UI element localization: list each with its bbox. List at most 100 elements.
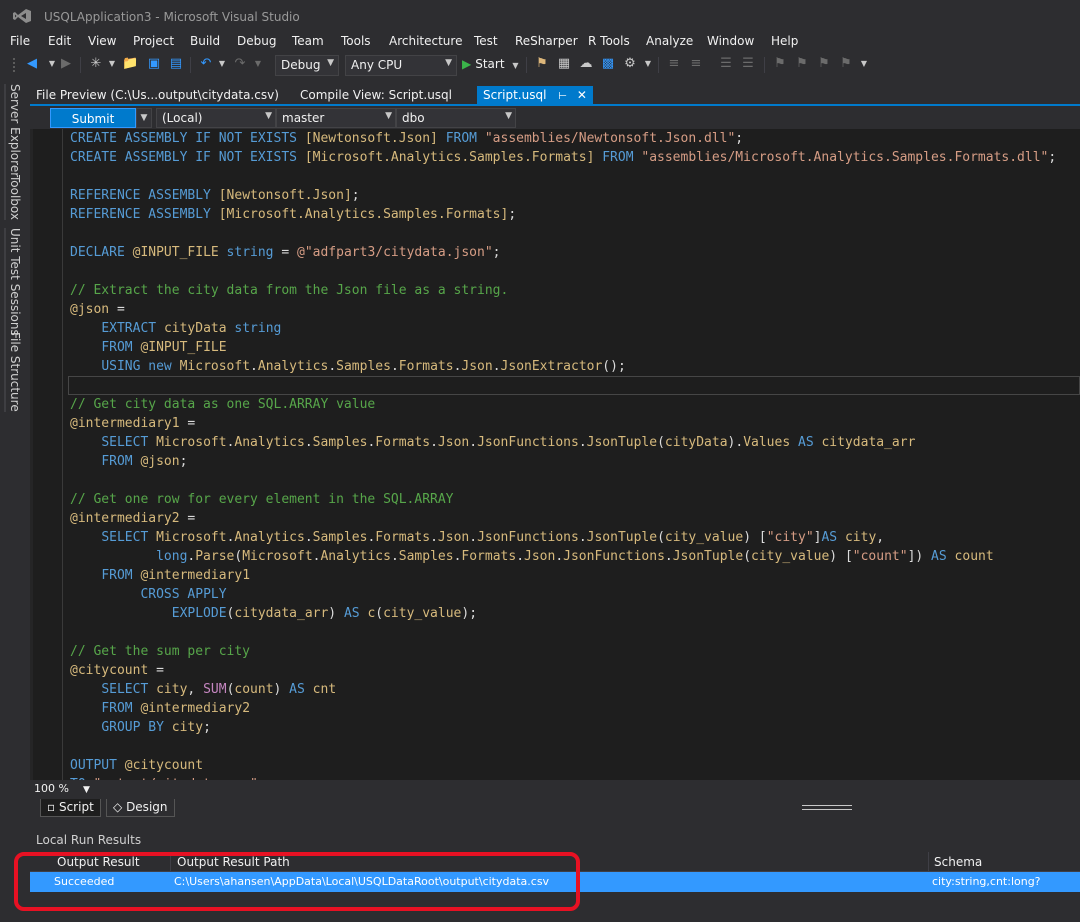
code-line[interactable]: GROUP BY city; — [70, 718, 1056, 737]
new-project-icon[interactable]: ✳ — [88, 56, 104, 72]
account-select[interactable]: (Local) ▼ — [156, 108, 276, 128]
code-line[interactable] — [70, 623, 1056, 642]
code-line[interactable]: // Get city data as one SQL.ARRAY value — [70, 395, 1056, 414]
redo-dropdown-icon[interactable]: ▼ — [250, 56, 266, 72]
menu-view[interactable]: View — [88, 34, 116, 48]
menu-team[interactable]: Team — [292, 34, 324, 48]
menu-window[interactable]: Window — [707, 34, 754, 48]
code-line[interactable] — [70, 262, 1056, 281]
menu-tools[interactable]: Tools — [341, 34, 371, 48]
save-all-icon[interactable]: ▤ — [168, 56, 184, 72]
menu-project[interactable]: Project — [133, 34, 174, 48]
code-line[interactable]: REFERENCE ASSEMBLY [Microsoft.Analytics.… — [70, 205, 1056, 224]
solution-platform-select[interactable]: Any CPU ▼ — [345, 55, 457, 76]
tab-script[interactable]: ▫ Script — [40, 799, 101, 817]
unit-test-sessions-tab[interactable]: Unit Test Sessions — [4, 228, 22, 336]
close-icon[interactable]: ✕ — [577, 88, 587, 102]
undo-icon[interactable]: ↶ — [198, 56, 214, 72]
menu-r-tools[interactable]: R Tools — [588, 34, 630, 48]
forward-icon[interactable]: ▶ — [58, 56, 74, 72]
cloud-icon[interactable]: ☁ — [578, 56, 594, 72]
redo-icon[interactable]: ↷ — [232, 56, 248, 72]
monitor-icon[interactable]: ▩ — [600, 56, 616, 72]
schema-select[interactable]: dbo ▼ — [396, 108, 516, 128]
code-line[interactable]: USING new Microsoft.Analytics.Samples.Fo… — [70, 357, 1056, 376]
file-structure-tab[interactable]: File Structure — [4, 332, 22, 412]
code-line[interactable]: @json = — [70, 300, 1056, 319]
code-line[interactable] — [70, 471, 1056, 490]
code-line[interactable]: CROSS APPLY — [70, 585, 1056, 604]
code-line[interactable]: EXTRACT cityData string — [70, 319, 1056, 338]
undo-dropdown-icon[interactable]: ▼ — [214, 56, 230, 72]
code-line[interactable] — [70, 737, 1056, 756]
server-explorer-tab[interactable]: Server Explorer — [4, 84, 22, 178]
gear-icon[interactable]: ⚙ — [622, 56, 638, 72]
menu-edit[interactable]: Edit — [48, 34, 71, 48]
code-line[interactable]: EXPLODE(citydata_arr) AS c(city_value); — [70, 604, 1056, 623]
menu-file[interactable]: File — [10, 34, 30, 48]
bookmark-icon[interactable]: ⚑ — [772, 56, 788, 72]
solution-config-select[interactable]: Debug ▼ — [275, 55, 339, 76]
open-folder-icon[interactable]: 📁 — [122, 56, 138, 72]
code-line[interactable]: SELECT Microsoft.Analytics.Samples.Forma… — [70, 528, 1056, 547]
submit-button[interactable]: Submit — [50, 108, 136, 128]
align-right-icon[interactable]: ≡ — [688, 56, 704, 72]
menu-resharper[interactable]: ReSharper — [515, 34, 578, 48]
submit-dropdown-icon[interactable]: ▼ — [136, 108, 152, 128]
tab-design[interactable]: ◇ Design — [106, 799, 175, 817]
menu-analyze[interactable]: Analyze — [646, 34, 693, 48]
gear-dropdown-icon[interactable]: ▼ — [640, 56, 656, 72]
code-line[interactable] — [70, 167, 1056, 186]
code-line[interactable]: FROM @intermediary2 — [70, 699, 1056, 718]
clear-bookmarks-icon[interactable]: ⚑ — [838, 56, 854, 72]
code-line[interactable]: OUTPUT @citycount — [70, 756, 1056, 775]
code-text[interactable]: CREATE ASSEMBLY IF NOT EXISTS [Newtonsof… — [70, 129, 1056, 780]
tab-file-preview[interactable]: File Preview (C:\Us...output\citydata.cs… — [30, 86, 285, 106]
code-line[interactable]: FROM @INPUT_FILE — [70, 338, 1056, 357]
column-divider[interactable] — [928, 852, 929, 872]
find-in-files-icon[interactable]: ⚑ — [534, 56, 550, 72]
code-line[interactable]: long.Parse(Microsoft.Analytics.Samples.F… — [70, 547, 1056, 566]
new-project-dropdown-icon[interactable]: ▼ — [104, 56, 120, 72]
code-line[interactable]: FROM @json; — [70, 452, 1056, 471]
save-icon[interactable]: ▣ — [146, 56, 162, 72]
column-header-schema[interactable]: Schema — [934, 855, 982, 869]
toolbar-overflow-icon[interactable]: ▼ — [856, 56, 872, 72]
comment-icon[interactable]: ☰ — [718, 56, 734, 72]
zoom-select[interactable]: 100 % ▼ — [34, 782, 90, 795]
menu-help[interactable]: Help — [771, 34, 798, 48]
toolbox-tab[interactable]: Toolbox — [4, 175, 22, 220]
code-line[interactable]: REFERENCE ASSEMBLY [Newtonsoft.Json]; — [70, 186, 1056, 205]
menu-architecture[interactable]: Architecture — [389, 34, 462, 48]
code-line[interactable]: // Get the sum per city — [70, 642, 1056, 661]
back-icon[interactable]: ◀ — [24, 56, 40, 72]
code-line[interactable]: CREATE ASSEMBLY IF NOT EXISTS [Microsoft… — [70, 148, 1056, 167]
code-line[interactable]: DECLARE @INPUT_FILE string = @"adfpart3/… — [70, 243, 1056, 262]
code-line[interactable]: SELECT city, SUM(count) AS cnt — [70, 680, 1056, 699]
menu-test[interactable]: Test — [474, 34, 498, 48]
code-line[interactable]: @intermediary2 = — [70, 509, 1056, 528]
start-button[interactable]: ▶ Start ▼ — [462, 57, 519, 71]
database-select[interactable]: master ▼ — [276, 108, 396, 128]
code-line[interactable]: CREATE ASSEMBLY IF NOT EXISTS [Newtonsof… — [70, 129, 1056, 148]
attach-icon[interactable]: ▦ — [556, 56, 572, 72]
align-left-icon[interactable]: ≡ — [666, 56, 682, 72]
prev-bookmark-icon[interactable]: ⚑ — [794, 56, 810, 72]
code-line[interactable]: @intermediary1 = — [70, 414, 1056, 433]
tab-compile-view[interactable]: Compile View: Script.usql — [294, 86, 458, 106]
code-line[interactable] — [70, 376, 1056, 395]
toolbar-grip[interactable] — [12, 57, 16, 73]
code-line[interactable]: // Get one row for every element in the … — [70, 490, 1056, 509]
code-editor[interactable]: CREATE ASSEMBLY IF NOT EXISTS [Newtonsof… — [30, 129, 1080, 780]
code-line[interactable]: FROM @intermediary1 — [70, 566, 1056, 585]
pin-icon[interactable]: ⊢ — [558, 91, 567, 102]
uncomment-icon[interactable]: ☰ — [740, 56, 756, 72]
menu-debug[interactable]: Debug — [237, 34, 276, 48]
splitter-handle[interactable] — [802, 805, 852, 810]
code-line[interactable]: SELECT Microsoft.Analytics.Samples.Forma… — [70, 433, 1056, 452]
menu-build[interactable]: Build — [190, 34, 220, 48]
next-bookmark-icon[interactable]: ⚑ — [816, 56, 832, 72]
code-line[interactable]: // Extract the city data from the Json f… — [70, 281, 1056, 300]
tab-script-usql[interactable]: Script.usql ⊢ ✕ — [477, 86, 593, 106]
code-line[interactable]: @citycount = — [70, 661, 1056, 680]
